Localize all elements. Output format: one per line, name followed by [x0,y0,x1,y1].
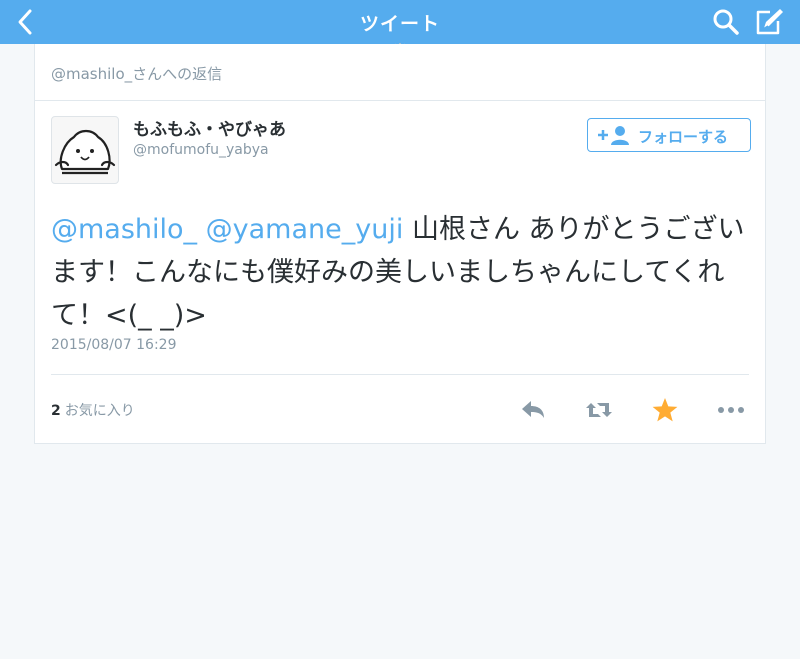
avatar[interactable] [51,116,119,184]
retweet-icon [586,403,612,417]
reply-icon [522,401,544,418]
display-name[interactable]: もふもふ・やびゃあ [133,115,286,140]
reply-button[interactable] [517,394,549,426]
favorite-icon [652,398,678,422]
retweet-button[interactable] [583,394,615,426]
mention-link[interactable]: @yamane_yuji [206,214,404,245]
seal-avatar-icon [54,129,116,175]
favorites-count: 2 [51,403,61,419]
more-button[interactable] [715,394,747,426]
search-button[interactable] [710,6,742,38]
screen-name[interactable]: @mofumofu_yabya [133,142,269,158]
tweet-card: @mashilo_さんへの返信 もふもふ・やびゃあ @mofumofu_yaby… [34,44,766,444]
favorites-label: お気に入り [64,403,135,419]
timestamp[interactable]: 2015/08/07 16:29 [51,337,177,353]
compose-icon [756,9,783,35]
page-title: ツイート [359,13,440,35]
follow-label: フォローする [638,128,729,146]
add-user-icon [598,126,629,145]
follow-button[interactable]: フォローする [587,118,751,152]
favorites-stat[interactable]: 2 お気に入り [51,400,135,420]
reply-context[interactable]: @mashilo_さんへの返信 [51,63,222,84]
more-icon [718,407,744,413]
divider [51,374,749,375]
divider [35,100,765,101]
favorite-button[interactable] [649,394,681,426]
mention-link[interactable]: @mashilo_ [51,214,197,245]
search-icon [713,9,739,35]
tweet-text: @mashilo_ @yamane_yuji 山根さん ありがとうございます！こ… [51,208,751,337]
compose-button[interactable] [752,6,786,38]
nav-bar: ツイート [0,0,800,44]
